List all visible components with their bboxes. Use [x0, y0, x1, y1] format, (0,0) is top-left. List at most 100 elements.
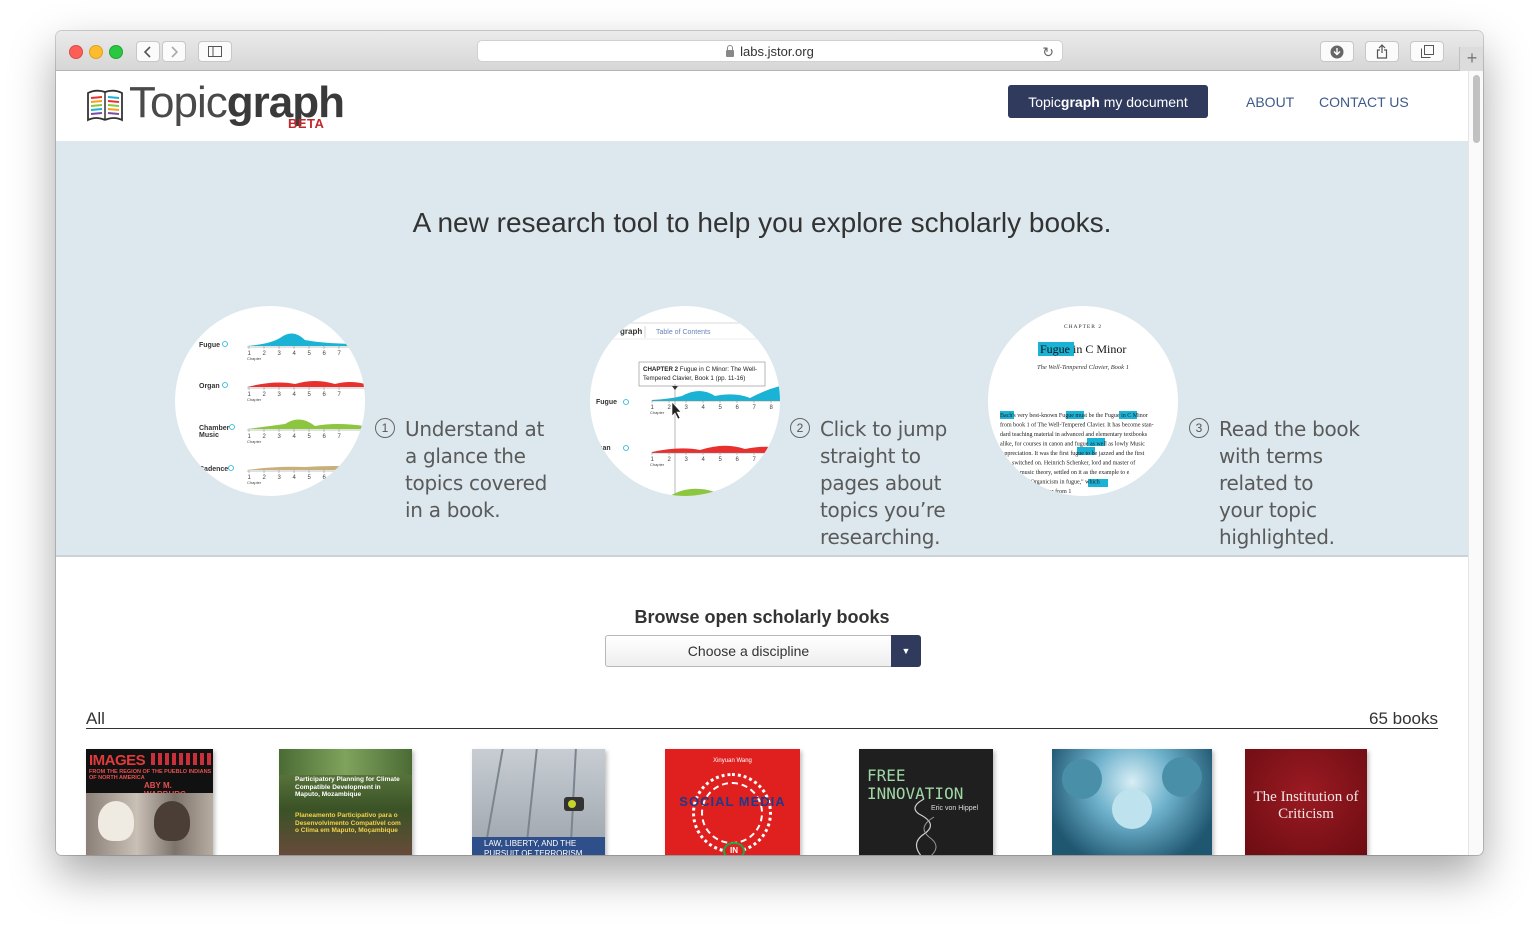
illustration-toc-tab: Table of Contents	[656, 329, 711, 336]
step-3-line: highlighted.	[1219, 525, 1335, 549]
axis-tick-label: 2	[668, 405, 672, 411]
book-author: Xinyuan Wang	[713, 758, 752, 764]
topicgraph-my-document-button[interactable]: Topic graph my document	[1008, 85, 1208, 118]
downloads-button[interactable]	[1320, 41, 1354, 62]
highlighted-text-illustration: CHAPTER 2 Fugue in C Minor The Well-Temp…	[988, 306, 1178, 496]
step-1-line: topics covered	[405, 471, 548, 495]
book-cover[interactable]: The Institution of Criticism	[1245, 749, 1367, 855]
axis-tick-label: 6	[323, 351, 327, 357]
minimize-window-button[interactable]	[89, 45, 103, 59]
topicgraph-logo[interactable]: Topicgraph BETA	[85, 80, 345, 132]
book-cover[interactable]	[1052, 749, 1212, 855]
step-1-line: in a book.	[405, 498, 501, 522]
book-title: IMAGES	[89, 752, 146, 769]
svg-text:Fugue in C Minor: Fugue in C Minor	[1040, 342, 1126, 356]
axis-tick-label: 6	[323, 392, 327, 398]
discipline-dropdown-button[interactable]: ▼	[891, 635, 921, 667]
discipline-select-value: Choose a discipline	[687, 643, 810, 659]
step-2-line: topics you’re	[820, 498, 946, 522]
axis-tick-label: 5	[308, 351, 312, 357]
axis-tick-label: 3	[278, 392, 282, 398]
step-1-number: 1	[375, 418, 395, 438]
step-3-line: your topic	[1219, 498, 1317, 522]
chevron-left-icon	[144, 45, 151, 58]
axis-label: Chapter	[650, 462, 665, 467]
share-button[interactable]	[1365, 41, 1399, 62]
topic-label-organ: Organ	[590, 445, 611, 452]
download-icon	[1330, 45, 1344, 58]
scrollbar-thumb[interactable]	[1473, 75, 1480, 143]
book-cover[interactable]: Xinyuan Wang SOCIAL MEDIA IN	[665, 749, 800, 855]
open-book-icon	[87, 89, 123, 122]
filter-all-label[interactable]: All	[86, 709, 105, 729]
cta-text-bold: graph	[1060, 93, 1100, 110]
close-window-button[interactable]	[69, 45, 83, 59]
step-1-line: a glance the	[405, 444, 526, 468]
axis-tick-label: 2	[263, 351, 267, 357]
sidebar-toggle-button[interactable]	[198, 41, 232, 62]
book-count: 65 books	[1369, 709, 1438, 728]
book-badge: IN	[723, 842, 745, 855]
illustration-body-line: dard teaching material in advanced and e…	[1000, 432, 1148, 438]
book-title: SOCIAL MEDIA	[679, 794, 786, 809]
illustration-heading-highlight: Fugue	[1040, 342, 1070, 356]
zoom-window-button[interactable]	[109, 45, 123, 59]
discipline-select[interactable]: Choose a discipline	[605, 635, 892, 667]
nav-contact-us-link[interactable]: CONTACT US	[1319, 94, 1409, 110]
hero-section: A new research tool to help you explore …	[56, 141, 1468, 557]
book-title: LAW, LIBERTY, AND THE PURSUIT OF TERRORI…	[484, 839, 583, 855]
book-cover[interactable]: LAW, LIBERTY, AND THE PURSUIT OF TERRORI…	[472, 749, 605, 855]
tooltip-chapter: CHAPTER 2	[643, 366, 679, 373]
book-cover[interactable]: IMAGES FROM THE REGION OF THE PUEBLO IND…	[86, 749, 213, 855]
tabs-overview-button[interactable]	[1410, 41, 1444, 62]
back-button[interactable]	[136, 41, 160, 62]
illustration-body-line: chapter from 1	[1036, 488, 1071, 495]
illustration-body-line: Bach's very best-known Fugue must be the…	[1000, 413, 1148, 419]
page-scrollbar[interactable]	[1468, 71, 1483, 855]
svg-text:Tempered Clavier, Book 1 (pp.: Tempered Clavier, Book 1 (pp. 11-16)	[643, 375, 745, 382]
illustration-body-line: "Organicism in fugue," which	[1028, 479, 1100, 486]
axis-tick-label: 4	[702, 457, 706, 463]
book-subtitle: Planeamento Participativo para o Desenvo…	[295, 812, 401, 834]
beta-badge: BETA	[288, 116, 325, 131]
book-title: The Institution of Criticism	[1253, 789, 1359, 822]
illustration-heading-rest: in C Minor	[1070, 342, 1126, 356]
step-3-number: 3	[1189, 418, 1209, 438]
filter-row: All 65 books	[86, 708, 1438, 729]
axis-tick-label: 2	[263, 392, 267, 398]
reload-icon[interactable]: ↻	[1042, 44, 1054, 61]
axis-tick-label: 4	[293, 475, 297, 481]
new-tab-button[interactable]: +	[1459, 47, 1483, 71]
step-3-line: related to	[1219, 471, 1314, 495]
topic-label-chamber-music-2: Music	[199, 432, 219, 439]
forward-button[interactable]	[162, 41, 186, 62]
web-page: Topicgraph BETA Topic graph my document A…	[56, 71, 1468, 855]
axis-tick-label: 5	[308, 434, 312, 440]
browse-title: Browse open scholarly books	[634, 607, 890, 627]
axis-tick-label: 6	[323, 434, 327, 440]
smoke-illustration	[914, 799, 937, 855]
axis-tick-label: 5	[719, 405, 723, 411]
browser-toolbar: labs.jstor.org ↻ +	[56, 31, 1483, 71]
book-cover[interactable]: FREE INNOVATION Eric von Hippel	[859, 749, 993, 855]
nav-about-link[interactable]: ABOUT	[1246, 94, 1294, 110]
chapter-jump-image: graph Table of Contents CHAPTER 2 Fugue …	[590, 322, 780, 496]
axis-tick-label: 4	[293, 351, 297, 357]
axis-label: Chapter	[650, 410, 665, 415]
step-1-line: Understand at	[405, 417, 544, 441]
axis-tick-label: 6	[323, 475, 327, 481]
cta-text-rest: my document	[1099, 93, 1188, 110]
illustration-body-line: from book 1 of The Well-Tempered Clavier…	[1000, 422, 1154, 429]
browser-window: labs.jstor.org ↻ + Topicgraph BETA Topic…	[56, 31, 1483, 855]
hero-title: A new research tool to help you explore …	[412, 207, 1112, 238]
step-1-text: Understand at a glance the topics covere…	[405, 416, 547, 524]
step-2-number: 2	[790, 418, 810, 438]
axis-tick-label: 7	[753, 405, 757, 411]
book-subtitle: FROM THE REGION OF THE PUEBLO INDIANS OF…	[89, 769, 212, 781]
cta-text-light: Topic	[1028, 93, 1061, 110]
caret-down-icon: ▼	[901, 646, 911, 656]
chevron-right-icon	[171, 45, 178, 58]
book-cover[interactable]: Participatory Planning for Climate Compa…	[279, 749, 412, 855]
axis-tick-label: 5	[308, 392, 312, 398]
address-bar[interactable]: labs.jstor.org ↻	[477, 40, 1063, 62]
